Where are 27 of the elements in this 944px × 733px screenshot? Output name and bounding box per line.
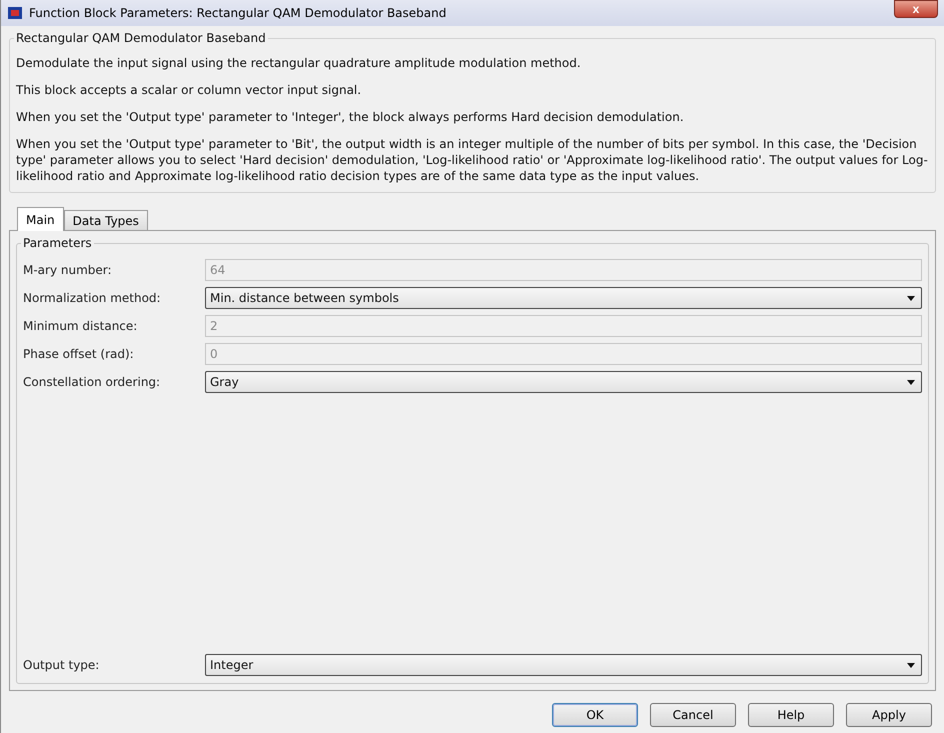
- description-text: This block accepts a scalar or column vector input signal.: [16, 82, 362, 98]
- dialog-button[interactable]: OK: [552, 703, 638, 727]
- group-title: Parameters: [21, 236, 94, 250]
- tab[interactable]: Data Types: [64, 210, 148, 230]
- description-text: Demodulate the input signal using the rectangular quadrature amplitude modulation method.: [16, 55, 582, 71]
- dropdown[interactable]: Gray: [205, 371, 922, 393]
- description-text: When you set the 'Output type' parameter to 'Integer', the block always performs Hard decision demodulation.: [16, 109, 685, 125]
- window-title: Function Block Parameters: Rectangular QAM Demodulator Baseband: [29, 6, 448, 20]
- close-button[interactable]: x: [894, 0, 938, 18]
- dialog-button[interactable]: Cancel: [650, 703, 736, 727]
- dropdown[interactable]: Min. distance between symbols: [205, 287, 922, 309]
- parameter-label: Minimum distance:: [23, 319, 138, 333]
- parameter-label: Normalization method:: [23, 291, 162, 305]
- dialog-button[interactable]: Help: [748, 703, 834, 727]
- group-title: Rectangular QAM Demodulator Baseband: [14, 31, 268, 45]
- caret-icon: [907, 380, 915, 384]
- parameter-label: Constellation ordering:: [23, 375, 162, 389]
- dialog-button[interactable]: Apply: [846, 703, 932, 727]
- description-text: When you set the 'Output type' parameter to 'Bit', the output width is an integer multiple of the number of bits per symbol. In this case, the 'Decision type' parameter allows you to select 'Hard decision' demodulation, 'Log-likelihood ratio' or 'Approximate log-likelihood ratio'. The output values for Log-likelihood ratio and Approximate log-likelihood ratio decision types are of the same data type as the input values.: [16, 136, 929, 184]
- parameter-label: M-ary number:: [23, 263, 113, 277]
- parameter-label: Phase offset (rad):: [23, 347, 135, 361]
- caret-icon: [907, 662, 915, 668]
- parameter-label: Output type:: [23, 658, 100, 672]
- app-icon: [7, 5, 23, 21]
- dropdown[interactable]: Integer: [205, 654, 922, 676]
- caret-icon: [907, 296, 915, 300]
- tab[interactable]: Main: [17, 207, 64, 231]
